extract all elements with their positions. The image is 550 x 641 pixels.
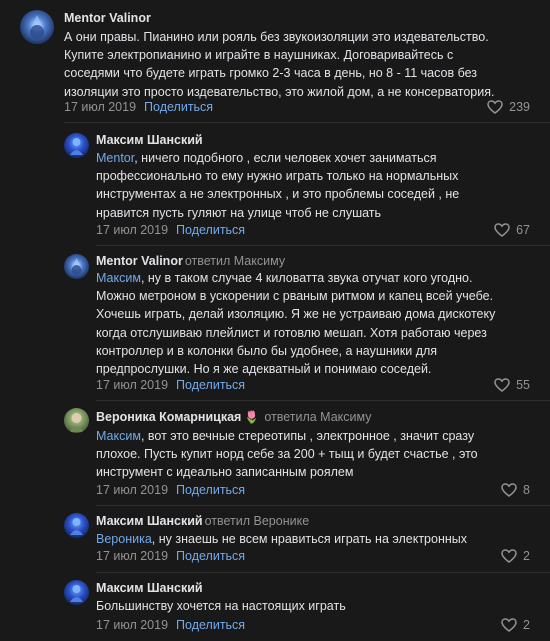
comment-3: Mentor Valinor ответил Максиму Максим, ну… (0, 245, 550, 401)
comment-4: Вероника Комарницкая 🌷 ответила Максиму Ма… (0, 400, 550, 506)
blue-figure-avatar[interactable] (64, 580, 89, 605)
share-link[interactable]: Поделиться (176, 378, 245, 392)
comment-text: Максим, ну в таком случае 4 киловатта зв… (96, 271, 496, 377)
comment-5: Максим Шанский ответил Веронике Вероника,… (0, 505, 550, 575)
comment-text: Mentor, ничего подобного , если человек … (96, 151, 460, 220)
share-link[interactable]: Поделиться (176, 483, 245, 497)
share-link[interactable]: Поделиться (176, 549, 245, 563)
wizard-avatar[interactable] (64, 254, 89, 279)
comment-author[interactable]: Вероника Комарницкая 🌷 ответила Максиму (96, 410, 372, 424)
comment-date[interactable]: 17 июл 2019 (96, 378, 168, 392)
portrait-avatar[interactable] (64, 408, 89, 433)
like-count: 239 (509, 100, 530, 114)
mention-link[interactable]: Вероника (96, 532, 152, 546)
like-button[interactable]: 8 (501, 483, 530, 497)
like-count: 67 (516, 223, 530, 237)
divider (64, 122, 550, 123)
comment-text: Максим, вот это вечные стереотипы , элек… (96, 429, 478, 480)
share-link[interactable]: Поделиться (176, 223, 245, 237)
share-link[interactable]: Поделиться (144, 100, 213, 114)
like-button[interactable]: 55 (494, 378, 530, 392)
heart-icon (494, 378, 510, 392)
like-count: 8 (523, 483, 530, 497)
comment-author[interactable]: Максим Шанский ответил Веронике (96, 514, 309, 528)
like-count: 2 (523, 618, 530, 632)
share-link[interactable]: Поделиться (176, 618, 245, 632)
heart-icon (487, 100, 503, 114)
mention-link[interactable]: Максим (96, 271, 141, 285)
comment-text: Вероника, ну знаешь не всем нравиться иг… (96, 532, 467, 546)
comment-author[interactable]: Максим Шанский (96, 581, 203, 595)
comment-date[interactable]: 17 июл 2019 (96, 549, 168, 563)
wizard-avatar[interactable] (20, 10, 54, 44)
mention-link[interactable]: Максим (96, 429, 141, 443)
heart-icon (494, 223, 510, 237)
comment-author[interactable]: Mentor Valinor (64, 11, 151, 25)
like-button[interactable]: 67 (494, 223, 530, 237)
heart-icon (501, 549, 517, 563)
blue-figure-avatar[interactable] (64, 513, 89, 538)
heart-icon (501, 483, 517, 497)
blue-figure-avatar[interactable] (64, 133, 89, 158)
heart-icon (501, 618, 517, 632)
mention-link[interactable]: Mentor (96, 151, 134, 165)
comment-meta: 17 июл 2019 Поделиться (96, 549, 245, 563)
like-button[interactable]: 2 (501, 618, 530, 632)
flower-icon: 🌷 (244, 410, 260, 424)
comment-meta: 17 июл 2019 Поделиться (96, 223, 245, 237)
comment-author[interactable]: Mentor Valinor ответил Максиму (96, 254, 285, 268)
comment-6: Максим Шанский Большинству хочется на на… (0, 572, 550, 641)
comment-date[interactable]: 17 июл 2019 (96, 483, 168, 497)
comment-2: Максим Шанский Mentor, ничего подобного … (0, 125, 550, 246)
comment-date[interactable]: 17 июл 2019 (64, 100, 136, 114)
comment-meta: 17 июл 2019 Поделиться (96, 483, 245, 497)
comment-text: Большинству хочется на настоящих играть (96, 599, 346, 613)
comment-meta: 17 июл 2019 Поделиться (96, 618, 245, 632)
like-button[interactable]: 239 (487, 100, 530, 114)
like-count: 55 (516, 378, 530, 392)
replied-to[interactable]: ответила Максиму (264, 410, 371, 424)
comment-date[interactable]: 17 июл 2019 (96, 223, 168, 237)
comment-text: А они правы. Пианино или рояль без звуко… (64, 30, 495, 99)
replied-to[interactable]: ответил Веронике (205, 514, 310, 528)
comment-1: Mentor Valinor А они правы. Пианино или … (0, 0, 550, 125)
like-count: 2 (523, 549, 530, 563)
comment-author[interactable]: Максим Шанский (96, 133, 203, 147)
comment-meta: 17 июл 2019 Поделиться (64, 100, 213, 114)
comment-meta: 17 июл 2019 Поделиться (96, 378, 245, 392)
replied-to[interactable]: ответил Максиму (185, 254, 285, 268)
like-button[interactable]: 2 (501, 549, 530, 563)
comment-date[interactable]: 17 июл 2019 (96, 618, 168, 632)
